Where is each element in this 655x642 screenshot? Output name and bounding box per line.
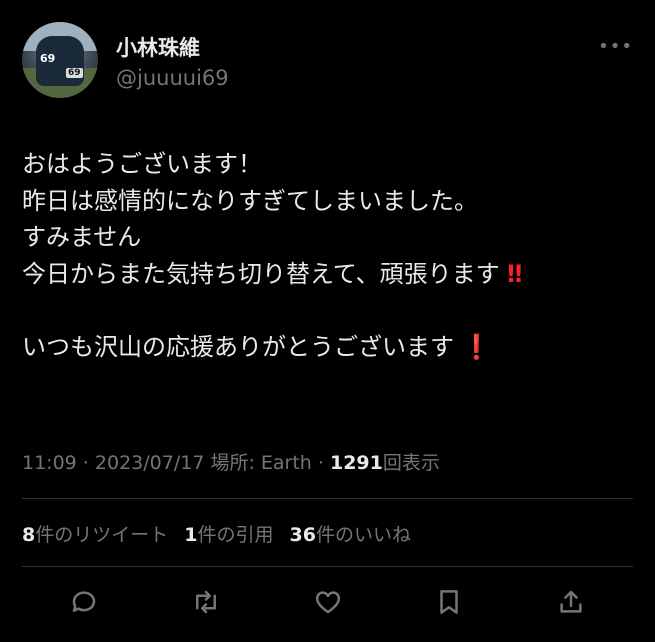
- double-exclamation-emoji: ‼: [507, 259, 523, 288]
- avatar[interactable]: 69 69: [22, 22, 98, 98]
- likes-label: 件のいいね: [315, 524, 411, 546]
- quotes-stat[interactable]: 1件の引用: [184, 524, 273, 546]
- retweet-icon: [195, 590, 216, 614]
- share-icon: [560, 590, 582, 613]
- like-button[interactable]: [308, 582, 348, 622]
- retweets-label: 件のリツイート: [35, 524, 169, 546]
- divider: [22, 498, 633, 499]
- views-count: 1291: [329, 452, 383, 474]
- bookmark-icon: [440, 590, 458, 614]
- reply-icon: [72, 591, 96, 612]
- like-icon: [315, 591, 340, 614]
- tweet-line: おはようございます！: [22, 150, 262, 178]
- retweets-stat[interactable]: 8件のリツイート: [22, 524, 168, 546]
- avatar-jersey-number-small: 69: [66, 68, 83, 78]
- action-bar: [22, 582, 633, 622]
- views-label: 回表示: [382, 452, 440, 474]
- tweet-line: すみません: [22, 223, 142, 251]
- exclamation-emoji: ❗: [461, 332, 492, 361]
- reply-button[interactable]: [64, 582, 104, 622]
- tweet-date[interactable]: 2023/07/17: [95, 452, 205, 474]
- likes-stat[interactable]: 36件のいいね: [290, 524, 411, 546]
- tweet-meta: 11:09 · 2023/07/17 場所: Earth · 1291回表示: [22, 452, 440, 474]
- divider: [22, 566, 633, 567]
- share-button[interactable]: [551, 582, 591, 622]
- tweet-line-text: いつも沢山の応援ありがとうございます: [22, 332, 454, 361]
- bookmark-button[interactable]: [429, 582, 469, 622]
- likes-count: 36: [289, 524, 316, 546]
- engagement-stats: 8件のリツイート 1件の引用 36件のいいね: [22, 520, 411, 547]
- tweet-line: 今日からまた気持ち切り替えて、頑張ります ‼: [22, 256, 633, 293]
- tweet-line: 昨日は感情的になりすぎてしまいました。: [22, 186, 478, 215]
- tweet-line: いつも沢山の応援ありがとうございます ❗: [22, 329, 633, 366]
- tweet-text: おはようございます！ 昨日は感情的になりすぎてしまいました。 すみません 今日か…: [22, 146, 633, 365]
- retweets-count: 8: [22, 524, 36, 546]
- retweet-button[interactable]: [186, 582, 226, 622]
- quotes-label: 件の引用: [197, 524, 274, 546]
- display-name[interactable]: 小林珠維: [116, 32, 200, 62]
- tweet-line-text: 今日からまた気持ち切り替えて、頑張ります: [22, 259, 500, 288]
- tweet-time[interactable]: 11:09: [22, 452, 77, 474]
- tweet-location[interactable]: 場所: Earth: [210, 452, 311, 474]
- tweet-header: 69 69 小林珠維 @juuuui69 •••: [22, 22, 633, 102]
- more-options-icon[interactable]: •••: [598, 36, 633, 57]
- quotes-count: 1: [184, 524, 198, 546]
- user-handle[interactable]: @juuuui69: [116, 66, 229, 90]
- avatar-jersey-number: 69: [40, 52, 56, 65]
